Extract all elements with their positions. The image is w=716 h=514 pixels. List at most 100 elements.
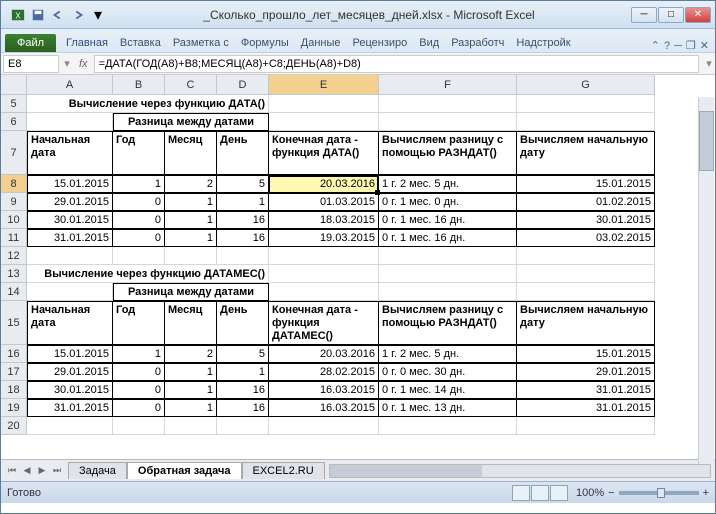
col-header-G[interactable]: G [517, 75, 655, 95]
wnd-close-icon[interactable]: ✕ [700, 39, 709, 52]
cell-A15[interactable]: Начальная дата [27, 301, 113, 345]
cell-B6[interactable]: Разница между датами [113, 113, 269, 131]
sheet-tab-1[interactable]: Задача [68, 462, 127, 479]
cell-A6[interactable] [27, 113, 113, 131]
cell-D15[interactable]: День [217, 301, 269, 345]
cell-E9[interactable]: 01.03.2015 [269, 193, 379, 211]
close-button[interactable]: ✕ [685, 7, 711, 23]
cell-C9[interactable]: 1 [165, 193, 217, 211]
sheet-tab-3[interactable]: EXCEL2.RU [242, 462, 325, 479]
cell-G16[interactable]: 15.01.2015 [517, 345, 655, 363]
cell-C17[interactable]: 1 [165, 363, 217, 381]
undo-icon[interactable] [49, 6, 67, 24]
row-header-19[interactable]: 19 [1, 399, 27, 417]
cell-G15[interactable]: Вычисляем начальную дату [517, 301, 655, 345]
cell-E11[interactable]: 19.03.2015 [269, 229, 379, 247]
sheet-tab-2[interactable]: Обратная задача [127, 462, 242, 479]
wnd-min-icon[interactable]: ─ [674, 40, 682, 52]
cell-G17[interactable]: 29.01.2015 [517, 363, 655, 381]
cells-area[interactable]: Вычисление через функцию ДАТА()Разница м… [27, 95, 715, 459]
cell-B20[interactable] [113, 417, 165, 435]
row-header-12[interactable]: 12 [1, 247, 27, 265]
cell-A12[interactable] [27, 247, 113, 265]
cell-G12[interactable] [517, 247, 655, 265]
cell-E7[interactable]: Конечная дата - функция ДАТА() [269, 131, 379, 175]
cell-F20[interactable] [379, 417, 517, 435]
formula-expand-icon[interactable]: ▾ [703, 57, 715, 70]
cell-F18[interactable]: 0 г. 1 мес. 14 дн. [379, 381, 517, 399]
cell-D19[interactable]: 16 [217, 399, 269, 417]
name-box-dropdown-icon[interactable]: ▾ [61, 57, 73, 70]
minimize-button[interactable]: ─ [631, 7, 657, 23]
fx-icon[interactable]: fx [73, 58, 94, 70]
row-header-16[interactable]: 16 [1, 345, 27, 363]
row-header-11[interactable]: 11 [1, 229, 27, 247]
cell-D11[interactable]: 16 [217, 229, 269, 247]
cell-A5[interactable]: Вычисление через функцию ДАТА() [27, 95, 269, 113]
zoom-out-button[interactable]: − [608, 487, 614, 499]
cell-D17[interactable]: 1 [217, 363, 269, 381]
row-header-10[interactable]: 10 [1, 211, 27, 229]
vscroll-thumb[interactable] [699, 111, 714, 171]
page-break-view-button[interactable] [550, 485, 568, 501]
cell-C7[interactable]: Месяц [165, 131, 217, 175]
excel-icon[interactable]: X [9, 6, 27, 24]
col-header-F[interactable]: F [379, 75, 517, 95]
cell-B15[interactable]: Год [113, 301, 165, 345]
cell-D18[interactable]: 16 [217, 381, 269, 399]
tab-addins[interactable]: Надстройк [510, 34, 576, 52]
cell-E14[interactable] [269, 283, 379, 301]
cell-A14[interactable] [27, 283, 113, 301]
cell-D20[interactable] [217, 417, 269, 435]
cell-C19[interactable]: 1 [165, 399, 217, 417]
cell-G19[interactable]: 31.01.2015 [517, 399, 655, 417]
cell-G10[interactable]: 30.01.2015 [517, 211, 655, 229]
cell-A8[interactable]: 15.01.2015 [27, 175, 113, 193]
row-header-7[interactable]: 7 [1, 131, 27, 175]
cell-F19[interactable]: 0 г. 1 мес. 13 дн. [379, 399, 517, 417]
zoom-slider[interactable] [619, 491, 699, 495]
col-header-D[interactable]: D [217, 75, 269, 95]
row-header-13[interactable]: 13 [1, 265, 27, 283]
cell-B17[interactable]: 0 [113, 363, 165, 381]
cell-E8[interactable]: 20.03.2016 [269, 175, 379, 193]
tab-layout[interactable]: Разметка с [167, 34, 235, 52]
cell-E12[interactable] [269, 247, 379, 265]
cell-B7[interactable]: Год [113, 131, 165, 175]
row-header-6[interactable]: 6 [1, 113, 27, 131]
cell-E18[interactable]: 16.03.2015 [269, 381, 379, 399]
cell-B10[interactable]: 0 [113, 211, 165, 229]
cell-F8[interactable]: 1 г. 2 мес. 5 дн. [379, 175, 517, 193]
cell-A13[interactable]: Вычисление через функцию ДАТАМЕС() [27, 265, 269, 283]
tab-insert[interactable]: Вставка [114, 34, 167, 52]
cell-E19[interactable]: 16.03.2015 [269, 399, 379, 417]
cell-G13[interactable] [517, 265, 655, 283]
cell-D12[interactable] [217, 247, 269, 265]
cell-E6[interactable] [269, 113, 379, 131]
cell-F6[interactable] [379, 113, 517, 131]
row-header-8[interactable]: 8 [1, 175, 27, 193]
row-header-5[interactable]: 5 [1, 95, 27, 113]
cell-F13[interactable] [379, 265, 517, 283]
cell-G5[interactable] [517, 95, 655, 113]
cell-C8[interactable]: 2 [165, 175, 217, 193]
horizontal-scrollbar[interactable] [329, 464, 711, 478]
row-header-9[interactable]: 9 [1, 193, 27, 211]
select-all-corner[interactable] [1, 75, 27, 95]
sheet-prev-icon[interactable]: ◀ [20, 464, 34, 478]
cell-B19[interactable]: 0 [113, 399, 165, 417]
maximize-button[interactable]: □ [658, 7, 684, 23]
sheet-first-icon[interactable]: ⏮ [5, 464, 19, 478]
cell-D10[interactable]: 16 [217, 211, 269, 229]
cell-E16[interactable]: 20.03.2016 [269, 345, 379, 363]
cell-G11[interactable]: 03.02.2015 [517, 229, 655, 247]
cell-G8[interactable]: 15.01.2015 [517, 175, 655, 193]
redo-icon[interactable] [69, 6, 87, 24]
normal-view-button[interactable] [512, 485, 530, 501]
cell-F12[interactable] [379, 247, 517, 265]
cell-B12[interactable] [113, 247, 165, 265]
cell-A17[interactable]: 29.01.2015 [27, 363, 113, 381]
cell-F17[interactable]: 0 г. 0 мес. 30 дн. [379, 363, 517, 381]
cell-A19[interactable]: 31.01.2015 [27, 399, 113, 417]
cell-B11[interactable]: 0 [113, 229, 165, 247]
